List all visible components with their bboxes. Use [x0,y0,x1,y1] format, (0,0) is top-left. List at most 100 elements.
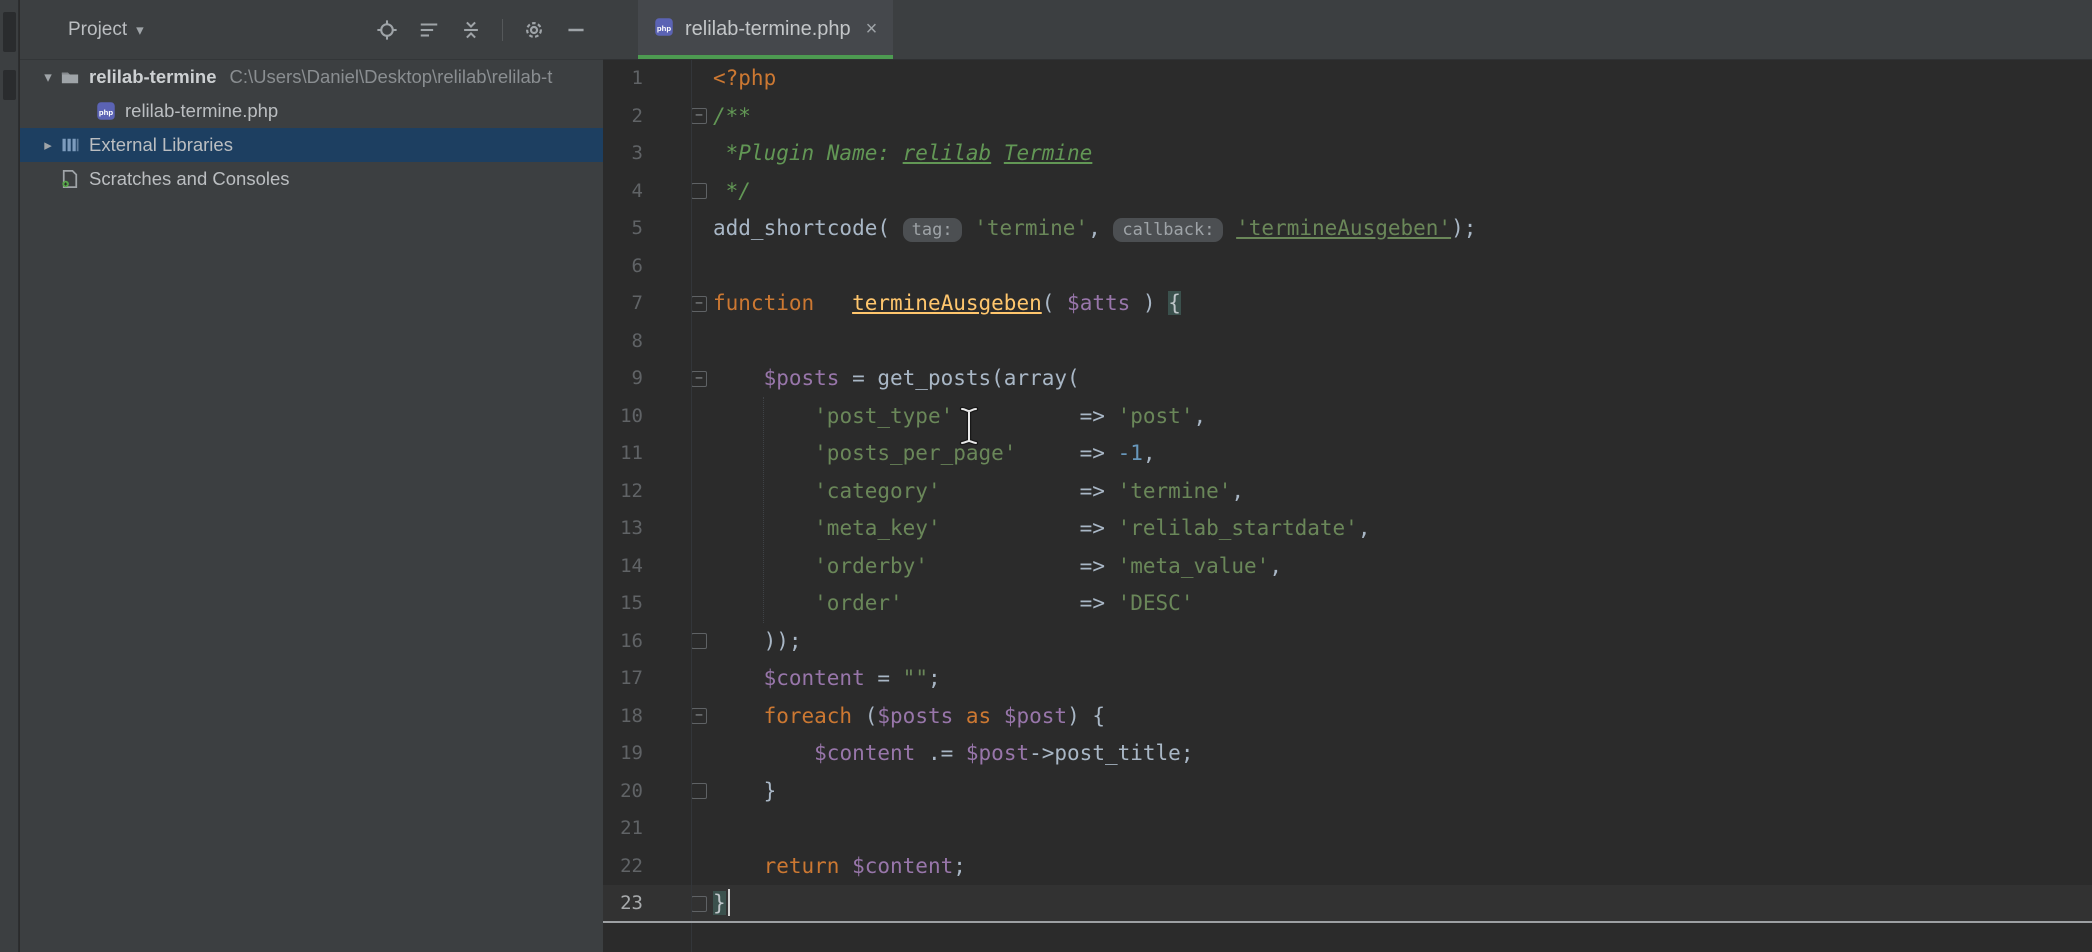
toolbar-divider [502,19,503,41]
code-line[interactable]: 21 [603,810,2092,848]
code-text: add_shortcode( tag: 'termine', callback:… [713,210,1476,248]
code-line[interactable]: 23} [603,885,2092,923]
fold-slot [643,398,713,436]
chevron-right-icon[interactable]: ▸ [37,136,59,154]
fold-marker-start[interactable]: − [643,698,713,736]
fold-slot [643,585,713,623]
code-lines: 1<?php2−/**3 *Plugin Name: relilab Termi… [603,60,2092,923]
tree-item-project-root[interactable]: ▾ relilab-termine C:\Users\Daniel\Deskto… [20,60,603,94]
tree-item-external-libraries[interactable]: ▸ External Libraries [20,128,603,162]
line-number: 12 [603,473,643,511]
tree-item-label: Scratches and Consoles [89,168,290,190]
indent-guide [763,397,764,623]
fold-marker-end[interactable] [643,173,713,211]
close-tab-icon[interactable]: × [866,18,878,41]
code-line[interactable]: 2−/** [603,98,2092,136]
line-number: 6 [603,248,643,286]
project-tool-window: Project ▾ [20,0,603,952]
project-panel-header: Project ▾ [20,0,603,60]
library-icon [59,135,81,155]
folder-icon [59,67,81,87]
line-number: 8 [603,323,643,361]
tree-item-label: relilab-termine [89,66,217,88]
panel-header-icons [376,19,587,41]
fold-marker-start[interactable]: − [643,285,713,323]
fold-marker-end[interactable] [643,885,713,923]
code-line[interactable]: 9− $posts = get_posts(array( [603,360,2092,398]
code-text: function termineAusgeben( $atts ) { [713,285,1181,323]
tree-item-scratches[interactable]: Scratches and Consoles [20,162,603,196]
fold-slot [643,660,713,698]
fold-slot [643,548,713,586]
code-text: 'order' => 'DESC' [713,585,1193,623]
line-number: 18 [603,698,643,736]
editor-tab-bar: php relilab-termine.php × [603,0,2092,60]
svg-text:php: php [657,23,671,32]
hide-panel-icon[interactable] [565,19,587,41]
chevron-down-icon[interactable]: ▾ [37,68,59,86]
line-number: 9 [603,360,643,398]
project-panel-title[interactable]: Project [68,19,127,41]
code-text: 'orderby' => 'meta_value', [713,548,1282,586]
collapse-all-icon[interactable] [460,19,482,41]
fold-marker-end[interactable] [643,773,713,811]
fold-slot [643,135,713,173]
code-line[interactable]: 13 'meta_key' => 'relilab_startdate', [603,510,2092,548]
fold-marker-start[interactable]: − [643,98,713,136]
php-file-icon: php [654,17,674,43]
gutter-divider [691,60,692,952]
code-text: */ [713,173,751,211]
line-number: 14 [603,548,643,586]
code-line[interactable]: 22 return $content; [603,848,2092,886]
line-number: 11 [603,435,643,473]
svg-text:php: php [99,108,113,117]
code-line[interactable]: 11 'posts_per_page' => -1, [603,435,2092,473]
code-line[interactable]: 12 'category' => 'termine', [603,473,2092,511]
code-text: )); [713,623,802,661]
settings-gear-icon[interactable] [523,19,545,41]
line-number: 16 [603,623,643,661]
code-text: 'category' => 'termine', [713,473,1244,511]
tree-item-path: C:\Users\Daniel\Desktop\relilab\relilab-… [230,66,553,88]
code-text: 'posts_per_page' => -1, [713,435,1156,473]
code-editor[interactable]: 1<?php2−/**3 *Plugin Name: relilab Termi… [603,60,2092,952]
editor-tab[interactable]: php relilab-termine.php × [638,0,893,59]
code-text: foreach ($posts as $post) { [713,698,1105,736]
code-line[interactable]: 15 'order' => 'DESC' [603,585,2092,623]
code-text: $content .= $post->post_title; [713,735,1193,773]
filter-icon[interactable] [418,19,440,41]
code-text: /** [713,98,751,136]
line-number: 4 [603,173,643,211]
chevron-down-icon[interactable]: ▾ [136,21,144,39]
code-line[interactable]: 5 add_shortcode( tag: 'termine', callback… [603,210,2092,248]
code-line[interactable]: 18− foreach ($posts as $post) { [603,698,2092,736]
fold-slot [643,210,713,248]
fold-marker-end[interactable] [643,623,713,661]
tab-label: relilab-termine.php [685,18,851,41]
code-line[interactable]: 20 } [603,773,2092,811]
code-line[interactable]: 1<?php [603,60,2092,98]
fold-slot [643,60,713,98]
code-line[interactable]: 17 $content = ""; [603,660,2092,698]
stripe-button-structure[interactable] [3,70,16,100]
tree-item-file[interactable]: php relilab-termine.php [20,94,603,128]
line-number: 7 [603,285,643,323]
code-line[interactable]: 8 [603,323,2092,361]
code-line[interactable]: 6 [603,248,2092,286]
line-number: 22 [603,848,643,886]
code-line[interactable]: 3 *Plugin Name: relilab Termine [603,135,2092,173]
code-line[interactable]: 19 $content .= $post->post_title; [603,735,2092,773]
line-number: 17 [603,660,643,698]
line-number: 3 [603,135,643,173]
line-number: 5 [603,210,643,248]
scratches-icon [59,169,81,189]
code-line[interactable]: 4 */ [603,173,2092,211]
fold-marker-start[interactable]: − [643,360,713,398]
line-number: 2 [603,98,643,136]
code-line[interactable]: 16 )); [603,623,2092,661]
code-line[interactable]: 7−function termineAusgeben( $atts ) { [603,285,2092,323]
stripe-button-project[interactable] [3,12,16,52]
code-line[interactable]: 14 'orderby' => 'meta_value', [603,548,2092,586]
code-line[interactable]: 10 'post_type' => 'post', [603,398,2092,436]
locate-icon[interactable] [376,19,398,41]
